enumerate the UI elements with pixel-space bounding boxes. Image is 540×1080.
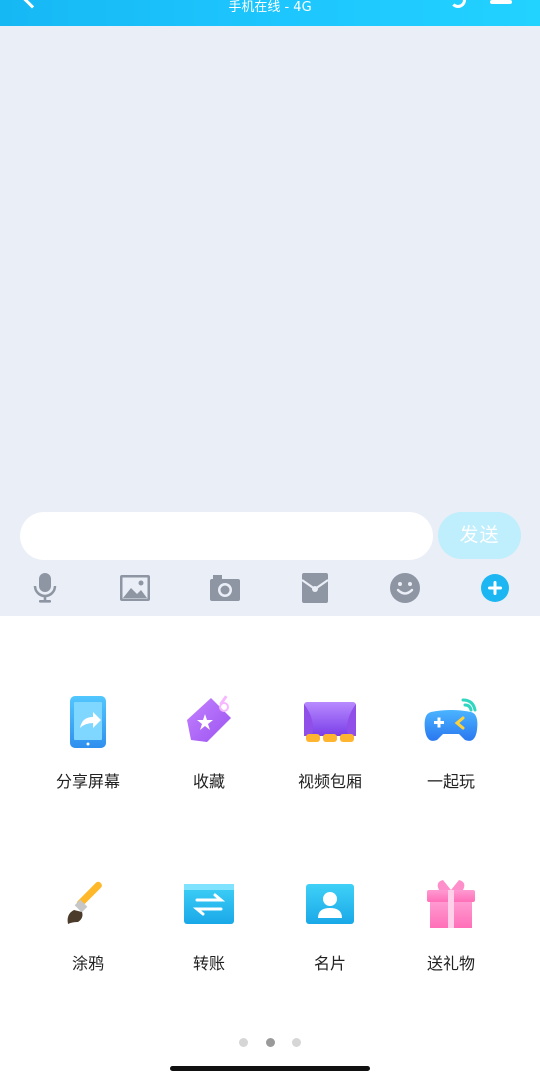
camera-icon[interactable] <box>207 570 243 606</box>
gift-label: 送礼物 <box>426 954 475 973</box>
play-together-label: 一起玩 <box>426 772 475 791</box>
plus-icon[interactable] <box>477 570 513 606</box>
emoji-icon[interactable] <box>387 570 423 606</box>
business-card-icon <box>306 884 354 924</box>
doodle-icon <box>67 881 102 924</box>
page-dot-1[interactable] <box>239 1038 249 1047</box>
video-box-button[interactable]: 视频包厢 <box>270 690 390 792</box>
home-indicator[interactable] <box>170 1066 370 1071</box>
favorites-button[interactable]: 收藏 <box>149 690 269 792</box>
video-box-icon <box>304 702 356 742</box>
gift-button[interactable]: 送礼物 <box>391 872 511 974</box>
doodle-label: 涂鸦 <box>71 954 104 973</box>
page-dot-3[interactable] <box>291 1038 301 1047</box>
page-dot-2[interactable] <box>265 1038 275 1047</box>
transfer-icon <box>184 884 234 924</box>
share-screen-icon <box>70 696 106 748</box>
page-indicator <box>0 1032 540 1051</box>
play-together-icon <box>424 698 478 741</box>
favorites-icon <box>187 695 231 742</box>
red-packet-icon[interactable] <box>297 570 333 606</box>
message-input[interactable] <box>20 512 433 560</box>
share-screen-button[interactable]: 分享屏幕 <box>28 690 148 792</box>
business-card-label: 名片 <box>313 954 346 973</box>
transfer-label: 转账 <box>192 954 225 973</box>
image-icon[interactable] <box>117 570 153 606</box>
share-screen-label: 分享屏幕 <box>55 772 120 791</box>
gift-icon <box>427 880 475 928</box>
send-button[interactable]: 发送 <box>438 512 521 559</box>
business-card-button[interactable]: 名片 <box>270 872 390 974</box>
doodle-button[interactable]: 涂鸦 <box>28 872 148 974</box>
video-box-label: 视频包厢 <box>297 772 362 791</box>
more-functions-panel <box>0 616 540 1080</box>
transfer-button[interactable]: 转账 <box>149 872 269 974</box>
microphone-icon[interactable] <box>27 570 63 606</box>
chat-header: 手机在线 - 4G <box>0 0 540 26</box>
play-together-button[interactable]: 一起玩 <box>391 690 511 792</box>
menu-icon[interactable] <box>490 0 512 4</box>
favorites-label: 收藏 <box>192 772 225 791</box>
